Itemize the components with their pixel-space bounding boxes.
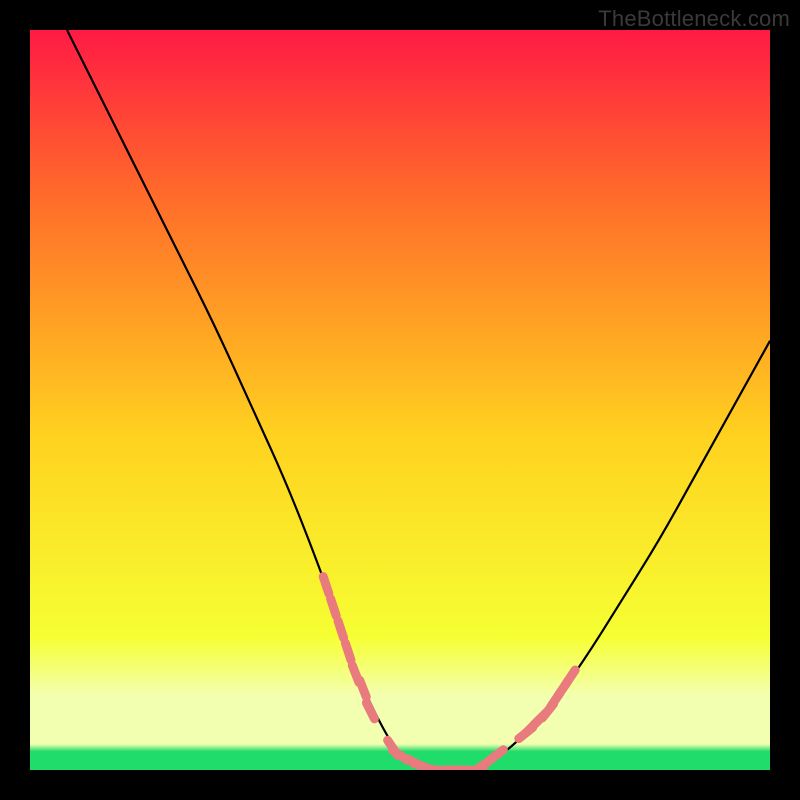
highlighted-marker (345, 643, 351, 660)
chart-frame: TheBottleneck.com (0, 0, 800, 800)
chart-background-gradient (30, 30, 770, 770)
highlighted-marker (338, 621, 344, 638)
watermark-text: TheBottleneck.com (598, 6, 790, 32)
chart-svg (30, 30, 770, 770)
chart-plot-area (30, 30, 770, 770)
highlighted-marker (323, 577, 329, 594)
highlighted-marker (360, 680, 367, 697)
highlighted-marker (331, 599, 337, 616)
